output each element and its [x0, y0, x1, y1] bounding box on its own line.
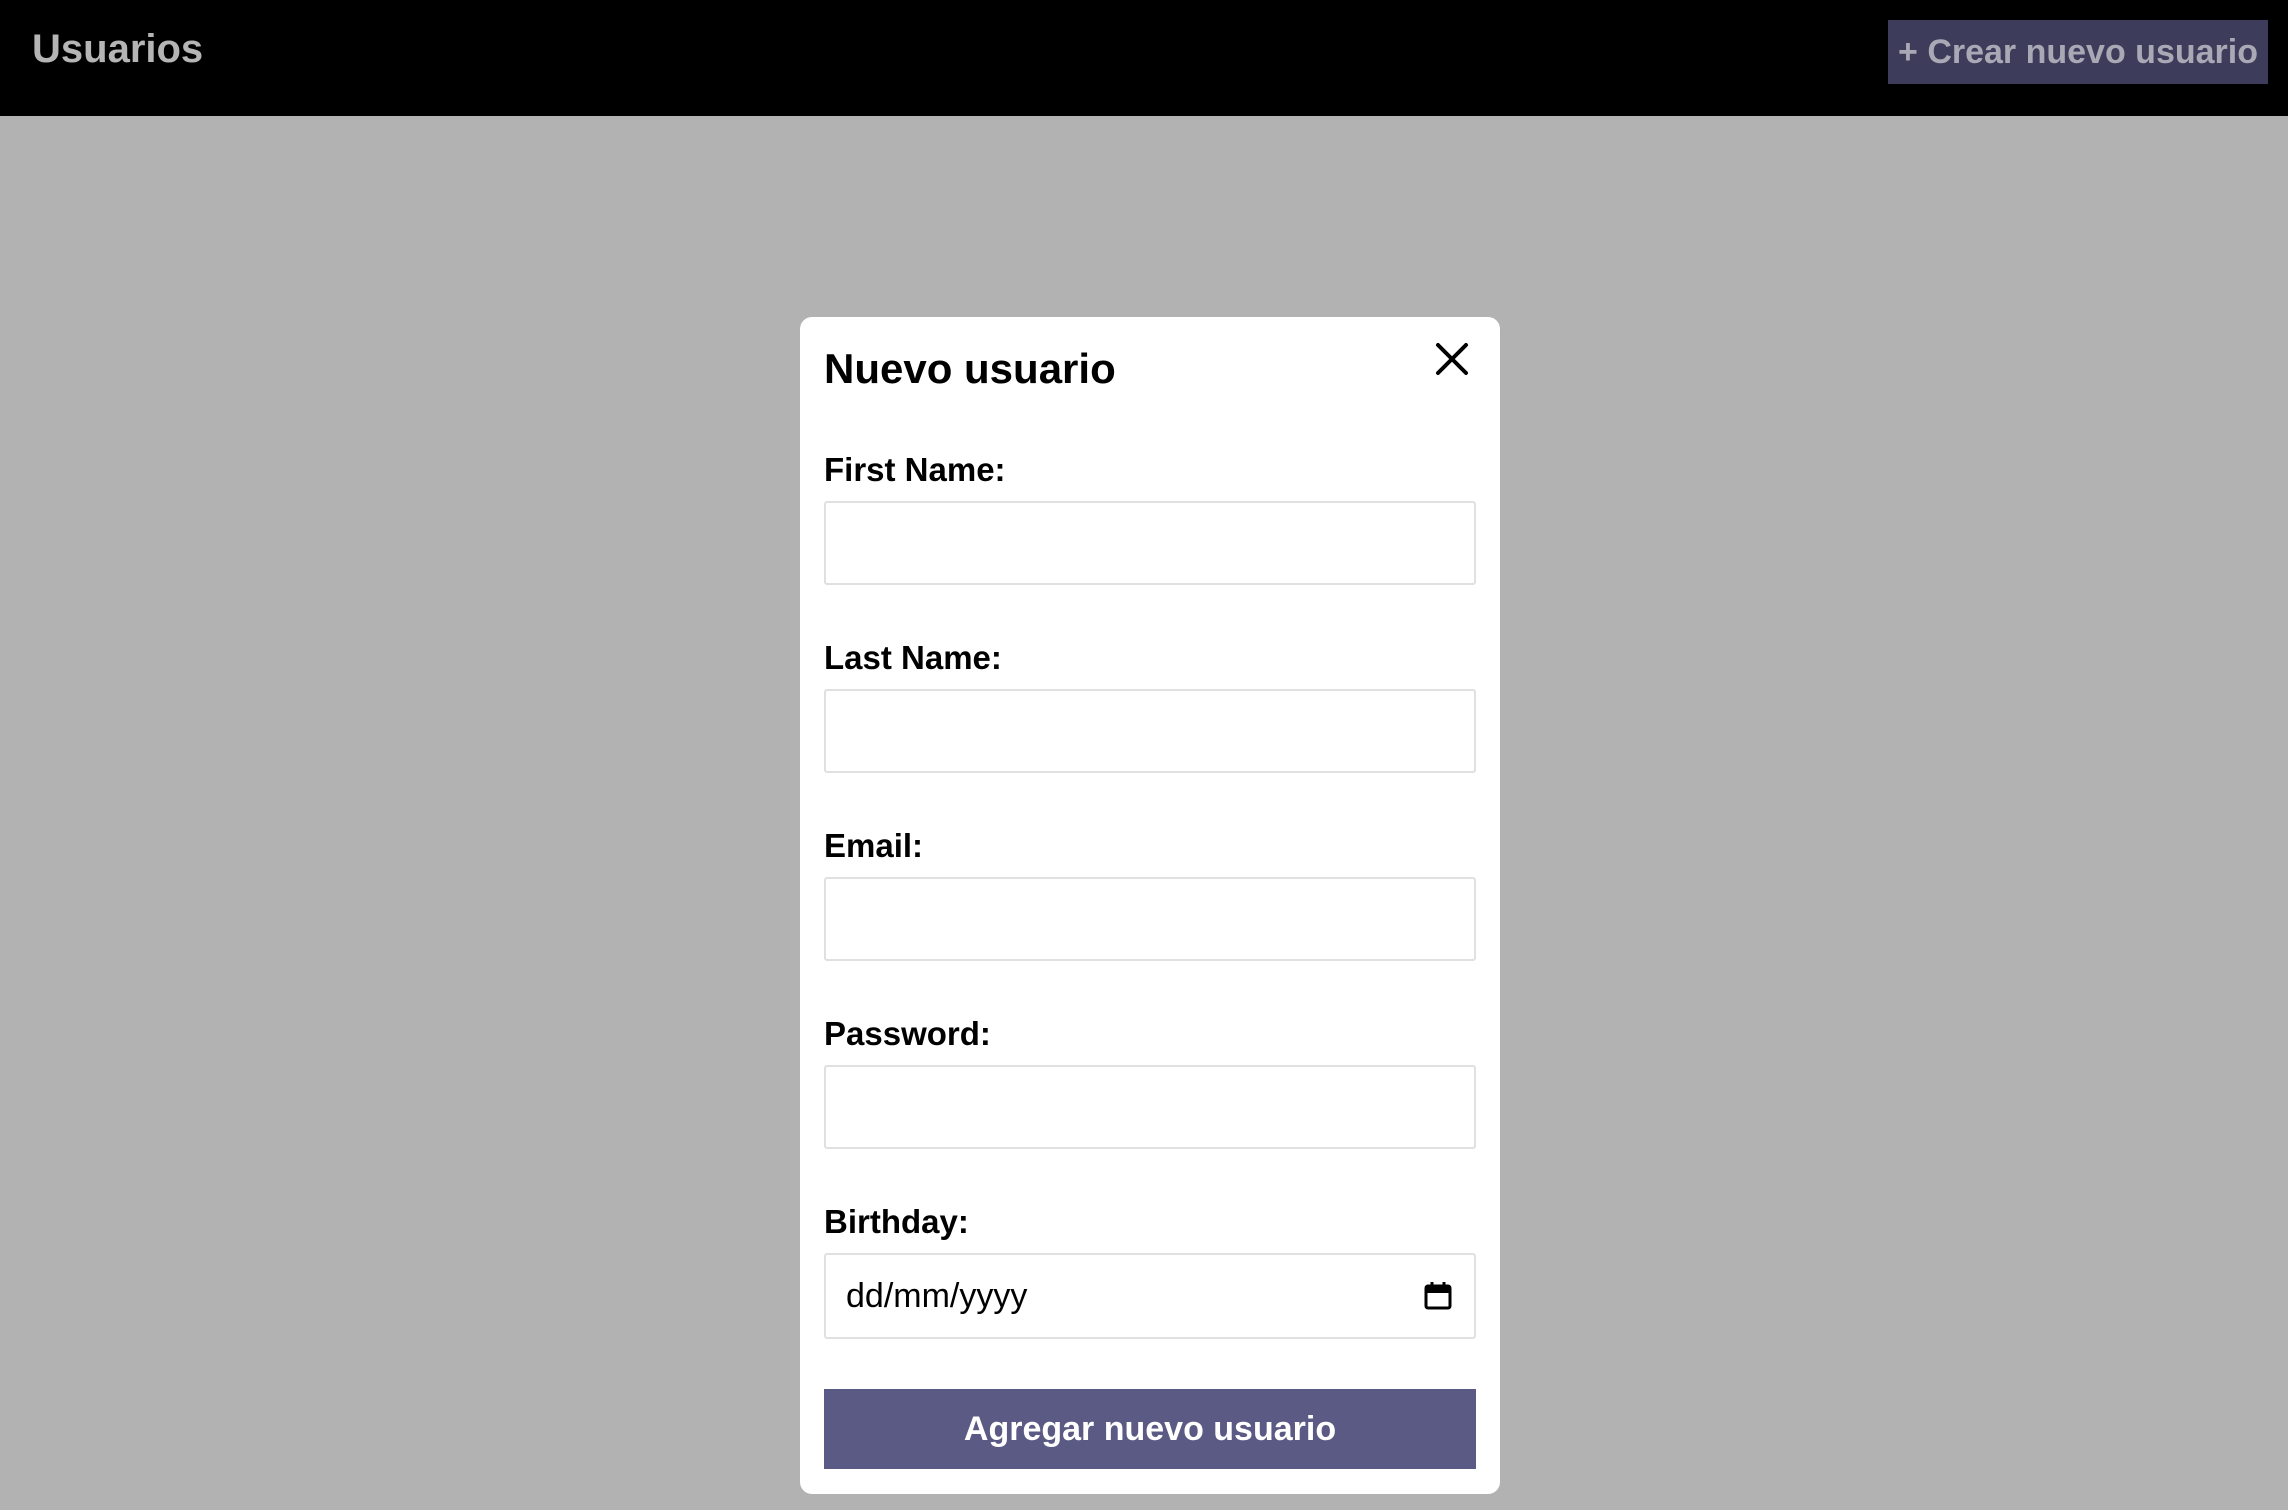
top-bar: Usuarios + Crear nuevo usuario — [0, 0, 2288, 116]
close-button[interactable] — [1428, 335, 1476, 383]
password-label: Password: — [824, 1015, 991, 1052]
modal-title: Nuevo usuario — [824, 345, 1116, 392]
birthday-placeholder: dd/mm/yyyy — [846, 1276, 1028, 1315]
calendar-icon[interactable] — [1422, 1280, 1454, 1312]
birthday-date-field[interactable]: dd/mm/yyyy — [824, 1253, 1476, 1339]
close-icon — [1436, 343, 1468, 375]
create-user-button[interactable]: + Crear nuevo usuario — [1888, 20, 2268, 84]
email-label: Email: — [824, 827, 924, 864]
last-name-label: Last Name: — [824, 639, 1002, 676]
page-title: Usuarios — [32, 27, 204, 71]
add-user-button[interactable]: Agregar nuevo usuario — [824, 1389, 1476, 1469]
first-name-field[interactable] — [824, 501, 1476, 585]
last-name-field[interactable] — [824, 689, 1476, 773]
birthday-label: Birthday: — [824, 1203, 969, 1240]
new-user-modal: Nuevo usuario First Name: Last Name: Ema… — [800, 317, 1500, 1494]
password-field[interactable] — [824, 1065, 1476, 1149]
email-field[interactable] — [824, 877, 1476, 961]
first-name-label: First Name: — [824, 451, 1006, 488]
